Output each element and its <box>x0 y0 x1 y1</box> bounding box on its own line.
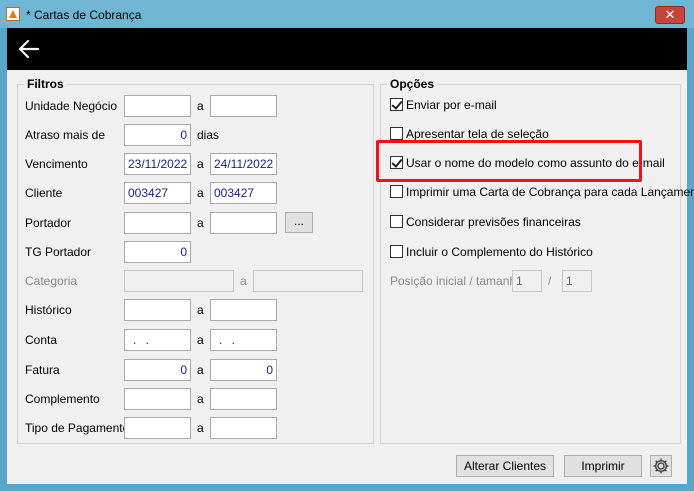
option-label: Apresentar tela de seleção <box>406 127 549 141</box>
back-arrow-icon[interactable] <box>17 37 41 61</box>
unidade-negocio-to-input[interactable] <box>210 95 277 117</box>
separator-a: a <box>197 216 204 230</box>
tipo-pagamento-from-input[interactable] <box>124 417 191 439</box>
separator-a: a <box>197 157 204 171</box>
conta-label: Conta <box>25 333 58 347</box>
vencimento-to-input[interactable]: 24/11/2022 <box>210 153 277 175</box>
option-label: Imprimir uma Carta de Cobrança para cada… <box>406 185 694 199</box>
option-imprimir-carta[interactable]: Imprimir uma Carta de Cobrança para cada… <box>390 185 694 201</box>
tipo-pagamento-label: Tipo de Pagamento <box>25 421 130 435</box>
complemento-label: Complemento <box>25 392 100 406</box>
historico-label: Histórico <box>25 303 72 317</box>
checkbox-apresentar-tela[interactable] <box>390 127 403 140</box>
option-considerar-previsoes[interactable]: Considerar previsões financeiras <box>390 215 670 231</box>
separator-a: a <box>197 421 204 435</box>
atraso-label: Atraso mais de <box>25 128 106 142</box>
separator-a: a <box>197 333 204 347</box>
vencimento-from-input[interactable]: 23/11/2022 <box>124 153 191 175</box>
option-label: Incluir o Complemento do Histórico <box>406 245 593 259</box>
fatura-to-input[interactable]: 0 <box>210 359 277 381</box>
close-button[interactable]: ✕ <box>655 6 685 24</box>
checkbox-considerar-previsoes[interactable] <box>390 215 403 228</box>
categoria-from-input <box>124 270 234 292</box>
posicao-start-input: 1 <box>512 270 542 292</box>
application-window: * Cartas de Cobrança ✕ Filtros Unidade N… <box>0 0 694 491</box>
separator-a: a <box>240 274 247 288</box>
option-label: Enviar por e-mail <box>406 98 497 112</box>
portador-label: Portador <box>25 216 72 230</box>
separator-a: a <box>197 303 204 317</box>
posicao-separator: / <box>548 274 552 288</box>
unidade-negocio-label: Unidade Negócio <box>25 99 118 113</box>
separator-a: a <box>197 363 204 377</box>
opcoes-group: Opções Enviar por e-mail Apresentar tela… <box>380 77 694 444</box>
toolbar <box>7 28 687 70</box>
separator-a: a <box>197 392 204 406</box>
vencimento-label: Vencimento <box>25 157 88 171</box>
imprimir-button[interactable]: Imprimir <box>564 455 642 477</box>
app-icon <box>6 7 20 21</box>
unidade-negocio-from-input[interactable] <box>124 95 191 117</box>
conta-to-input[interactable]: . . <box>210 329 277 351</box>
historico-to-input[interactable] <box>210 299 277 321</box>
tg-portador-input[interactable]: 0 <box>124 241 191 263</box>
checkbox-incluir-complemento[interactable] <box>390 245 403 258</box>
option-enviar-email[interactable]: Enviar por e-mail <box>390 98 670 114</box>
opcoes-title: Opções <box>387 77 438 91</box>
gear-icon <box>653 458 669 474</box>
option-incluir-complemento[interactable]: Incluir o Complemento do Histórico <box>390 245 670 261</box>
portador-to-input[interactable] <box>210 212 277 234</box>
tipo-pagamento-to-input[interactable] <box>210 417 277 439</box>
option-label: Considerar previsões financeiras <box>406 215 581 229</box>
atraso-unit: dias <box>197 128 220 142</box>
fatura-from-input[interactable]: 0 <box>124 359 191 381</box>
posicao-label: Posição inicial / tamanho <box>390 274 523 288</box>
window-title: * Cartas de Cobrança <box>26 8 142 22</box>
client-area: Filtros Unidade Negócio a Atraso mais de… <box>7 28 694 484</box>
checkbox-imprimir-carta[interactable] <box>390 185 403 198</box>
filtros-group: Filtros Unidade Negócio a Atraso mais de… <box>17 77 374 444</box>
filtros-title: Filtros <box>24 77 67 91</box>
separator-a: a <box>197 99 204 113</box>
fatura-label: Fatura <box>25 363 60 377</box>
complemento-from-input[interactable] <box>124 388 191 410</box>
historico-from-input[interactable] <box>124 299 191 321</box>
cliente-from-input[interactable]: 003427 <box>124 182 191 204</box>
portador-browse-button[interactable]: ... <box>285 212 313 233</box>
title-bar[interactable]: * Cartas de Cobrança ✕ <box>0 0 694 28</box>
alterar-clientes-button[interactable]: Alterar Clientes <box>456 455 554 477</box>
portador-from-input[interactable] <box>124 212 191 234</box>
settings-button[interactable] <box>650 455 672 477</box>
conta-from-input[interactable]: . . <box>124 329 191 351</box>
cliente-label: Cliente <box>25 186 63 200</box>
atraso-input[interactable]: 0 <box>124 124 191 146</box>
complemento-to-input[interactable] <box>210 388 277 410</box>
tg-portador-label: TG Portador <box>25 245 92 259</box>
posicao-size-input: 1 <box>562 270 592 292</box>
checkbox-enviar-email[interactable] <box>390 98 403 111</box>
cliente-to-input[interactable]: 003427 <box>210 182 277 204</box>
categoria-label: Categoria <box>25 274 78 288</box>
highlight-box <box>376 140 642 182</box>
categoria-to-input <box>253 270 363 292</box>
separator-a: a <box>197 186 204 200</box>
